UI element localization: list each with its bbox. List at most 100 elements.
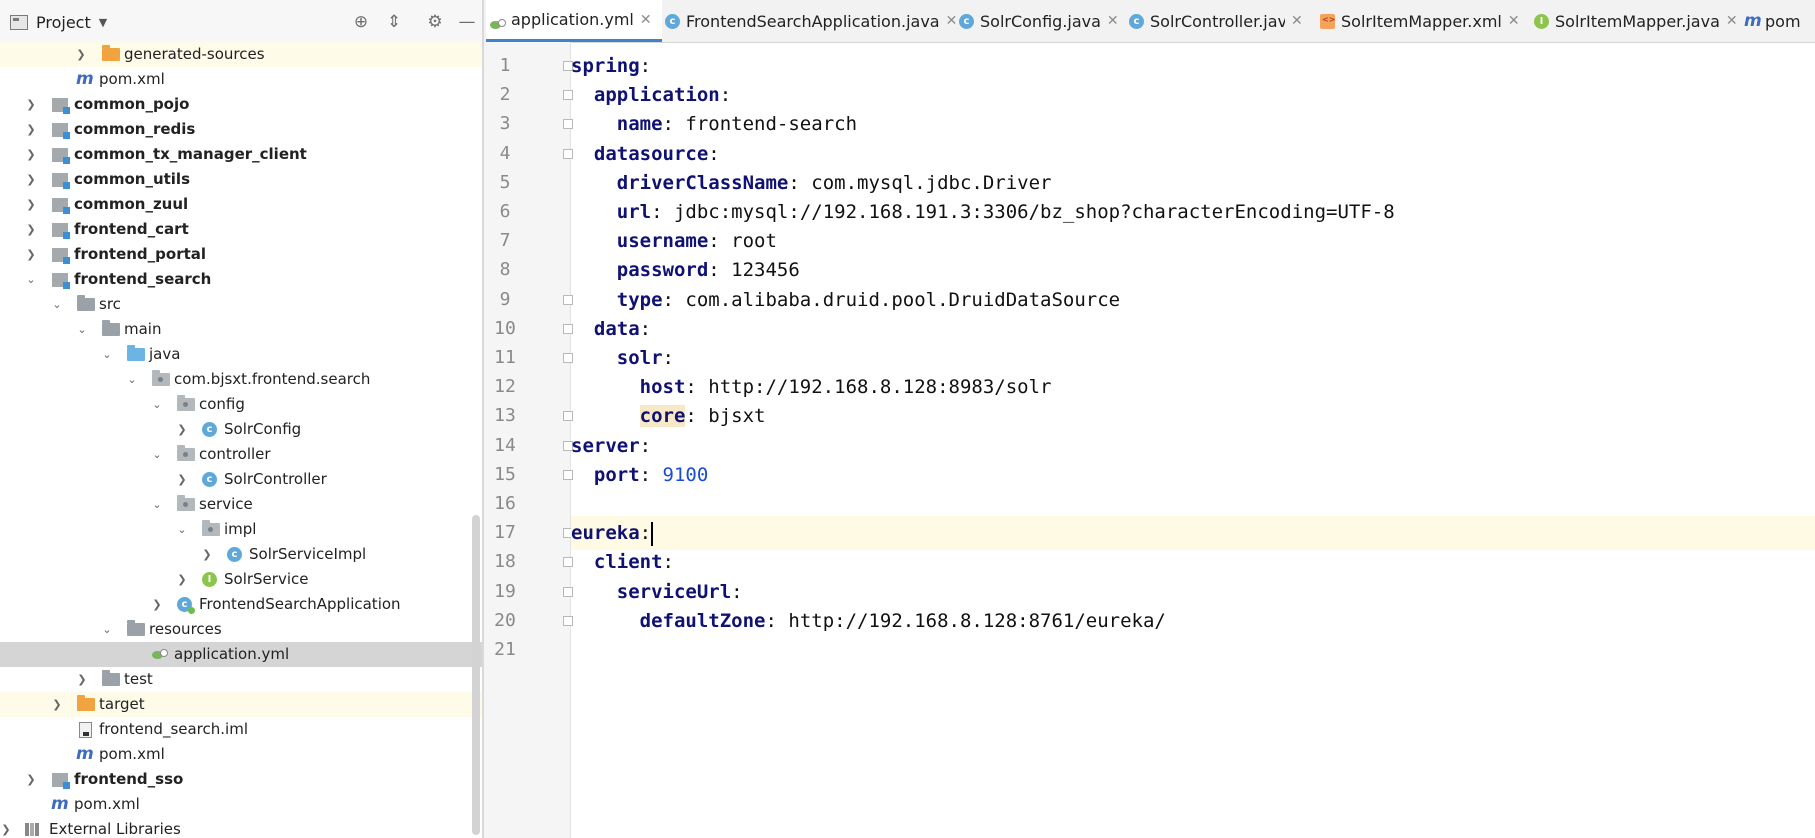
tree-item-frontend-cart[interactable]: ❯ frontend_cart [0, 217, 483, 242]
tree-item-src[interactable]: ⌄ src [0, 292, 483, 317]
chevron-right-icon[interactable]: ❯ [25, 767, 37, 792]
chevron-right-icon[interactable]: ❯ [25, 92, 37, 117]
tree-item-pom-xml[interactable]: m pom.xml [0, 792, 483, 817]
chevron-right-icon[interactable]: ❯ [76, 667, 88, 692]
tree-item-frontend-portal[interactable]: ❯ frontend_portal [0, 242, 483, 267]
close-icon[interactable]: ✕ [1508, 13, 1520, 29]
tree-item-label: test [124, 670, 153, 688]
tree-item-external-libraries[interactable]: ❯ External Libraries [0, 817, 483, 838]
project-view-dropdown[interactable]: Project ▼ [10, 11, 107, 33]
close-icon[interactable]: ✕ [1291, 13, 1303, 29]
chevron-right-icon[interactable]: ❯ [25, 117, 37, 142]
tree-item-solrconfig[interactable]: ❯ c SolrConfig [0, 417, 483, 442]
tab-solrcontroller-java[interactable]: c SolrController.java ✕ [1129, 0, 1315, 42]
yaml-value: jdbc:mysql://192.168.191.3:3306/bz_shop?… [673, 201, 1395, 223]
gear-icon[interactable]: ⚙ [424, 11, 446, 33]
tree-item-common-redis[interactable]: ❯ common_redis [0, 117, 483, 142]
chevron-right-icon[interactable]: ❯ [25, 167, 37, 192]
close-icon[interactable]: ✕ [1726, 13, 1738, 29]
tree-item-label: SolrConfig [224, 420, 302, 438]
code-line[interactable] [571, 633, 1815, 667]
yaml-separator: : [639, 55, 652, 77]
tree-item-label: controller [199, 445, 271, 463]
tree-item-frontend-sso[interactable]: ❯ frontend_sso [0, 767, 483, 792]
tree-item-frontend-search-iml[interactable]: frontend_search.iml [0, 717, 483, 742]
tree-item-test[interactable]: ❯ test [0, 667, 483, 692]
chevron-right-icon[interactable]: ❯ [75, 42, 87, 67]
tree-item-common-tx-manager-client[interactable]: ❯ common_tx_manager_client [0, 142, 483, 167]
chevron-down-icon[interactable]: ⌄ [151, 492, 163, 517]
tab-frontendsearchapplication-java[interactable]: c FrontendSearchApplication.java ✕ [665, 0, 957, 42]
chevron-down-icon[interactable]: ⌄ [101, 342, 113, 367]
chevron-right-icon[interactable]: ❯ [201, 542, 213, 567]
tab-solrconfig-java[interactable]: c SolrConfig.java ✕ [959, 0, 1119, 42]
chevron-right-icon[interactable]: ❯ [25, 242, 37, 267]
chevron-down-icon[interactable]: ⌄ [126, 367, 138, 392]
chevron-right-icon[interactable]: ❯ [176, 467, 188, 492]
tab-label: pom [1765, 11, 1801, 31]
chevron-right-icon[interactable]: ❯ [51, 692, 63, 717]
tree-item-pom-xml[interactable]: m pom.xml [0, 67, 483, 92]
tree-item-common-pojo[interactable]: ❯ common_pojo [0, 92, 483, 117]
module-icon [52, 148, 70, 164]
tree-item-solrservice[interactable]: ❯ I SolrService [0, 567, 483, 592]
module-icon [52, 248, 70, 264]
chevron-down-icon[interactable]: ⌄ [151, 442, 163, 467]
tree-item-pom-xml[interactable]: m pom.xml [0, 742, 483, 767]
yaml-separator: : [662, 113, 686, 136]
chevron-right-icon[interactable]: ❯ [176, 567, 188, 592]
chevron-right-icon[interactable]: ❯ [25, 142, 37, 167]
chevron-right-icon[interactable]: ❯ [25, 217, 37, 242]
tree-item-frontend-search[interactable]: ⌄ frontend_search [0, 267, 483, 292]
module-icon [52, 98, 70, 114]
yaml-key: application [593, 84, 720, 107]
tree-item-solrcontroller[interactable]: ❯ c SolrController [0, 467, 483, 492]
tree-item-application-yml[interactable]: application.yml [0, 642, 483, 667]
tree-item-main[interactable]: ⌄ main [0, 317, 483, 342]
chevron-down-icon[interactable]: ⌄ [76, 317, 88, 342]
close-icon[interactable]: ✕ [640, 12, 652, 28]
tree-item-label: frontend_cart [74, 220, 189, 238]
tree-item-service[interactable]: ⌄ service [0, 492, 483, 517]
locate-icon[interactable]: ⊕ [350, 11, 372, 33]
tree-item-package[interactable]: ⌄ com.bjsxt.frontend.search [0, 367, 483, 392]
project-panel-header: Project ▼ ⊕ ⇕ ⚙ — [0, 0, 483, 43]
editor-tabs: application.yml ✕ c FrontendSearchApplic… [484, 0, 1815, 43]
package-icon [177, 445, 195, 461]
chevron-down-icon[interactable]: ⌄ [25, 267, 37, 292]
close-icon[interactable]: ✕ [1107, 13, 1119, 29]
tree-item-config[interactable]: ⌄ config [0, 392, 483, 417]
tree-item-common-utils[interactable]: ❯ common_utils [0, 167, 483, 192]
tree-item-solrserviceimpl[interactable]: ❯ c SolrServiceImpl [0, 542, 483, 567]
tree-item-common-zuul[interactable]: ❯ common_zuul [0, 192, 483, 217]
tab-pom[interactable]: m pom [1744, 0, 1801, 42]
tab-application-yml[interactable]: application.yml ✕ [486, 0, 662, 42]
tree-item-label: FrontendSearchApplication [199, 595, 401, 613]
tree-item-frontendsearchapplication[interactable]: ❯ c FrontendSearchApplication [0, 592, 483, 617]
tree-item-resources[interactable]: ⌄ resources [0, 617, 483, 642]
yaml-value: http://192.168.8.128:8761/eureka/ [788, 609, 1166, 632]
chevron-right-icon[interactable]: ❯ [0, 817, 12, 838]
tree-item-generated-sources[interactable]: ❯ generated-sources [0, 42, 483, 67]
chevron-down-icon[interactable]: ⌄ [101, 617, 113, 642]
tab-solritemmapper-xml[interactable]: SolrItemMapper.xml ✕ [1320, 0, 1520, 42]
close-icon[interactable]: ✕ [946, 13, 958, 29]
chevron-down-icon[interactable]: ⌄ [176, 517, 188, 542]
tree-item-target[interactable]: ❯ target [0, 692, 483, 717]
code-area[interactable]: spring: application: name: frontend-sear… [571, 42, 1815, 838]
project-panel-scrollbar[interactable] [472, 515, 480, 835]
tree-item-label: common_utils [74, 170, 191, 188]
chevron-right-icon[interactable]: ❯ [25, 192, 37, 217]
hide-panel-icon[interactable]: — [456, 11, 478, 33]
tree-item-controller[interactable]: ⌄ controller [0, 442, 483, 467]
tab-solritemmapper-java[interactable]: I SolrItemMapper.java ✕ [1534, 0, 1738, 42]
tree-item-java[interactable]: ⌄ java [0, 342, 483, 367]
chevron-down-icon[interactable]: ⌄ [151, 392, 163, 417]
tree-item-impl[interactable]: ⌄ impl [0, 517, 483, 542]
chevron-right-icon[interactable]: ❯ [176, 417, 188, 442]
chevron-down-icon[interactable]: ⌄ [51, 292, 63, 317]
chevron-right-icon[interactable]: ❯ [151, 592, 163, 617]
collapse-all-icon[interactable]: ⇕ [383, 11, 405, 33]
